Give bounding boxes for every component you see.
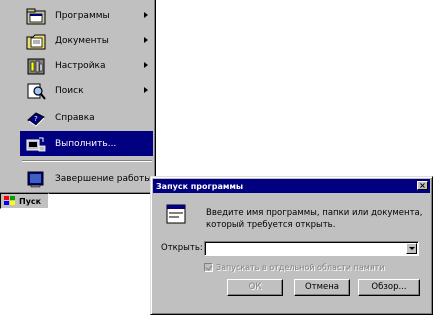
open-combobox[interactable] — [204, 241, 419, 256]
menu-item-shutdown[interactable]: Завершение работы... — [20, 166, 160, 191]
programs-folder-icon — [25, 6, 47, 26]
menu-item-run[interactable]: Выполнить... — [20, 131, 153, 156]
find-icon — [25, 81, 47, 101]
menu-item-label: Настройка — [55, 60, 106, 71]
run-dialog: Запуск программы × Введите имя программы… — [150, 176, 433, 315]
menu-item-label: Программы — [55, 10, 110, 21]
run-icon — [25, 134, 47, 154]
cancel-button[interactable]: Отмена — [294, 279, 350, 296]
start-button[interactable]: Пуск — [0, 193, 49, 209]
menu-item-documents[interactable]: Документы — [20, 28, 153, 53]
submenu-arrow-icon — [144, 12, 148, 18]
dialog-prompt: Введите имя программы, папки или докумен… — [206, 208, 423, 230]
close-button[interactable]: × — [417, 181, 428, 190]
documents-folder-icon — [25, 31, 47, 51]
windows-logo-icon — [4, 196, 16, 206]
svg-text:?: ? — [34, 115, 38, 123]
menu-item-label: Документы — [55, 35, 109, 46]
separate-memory-checkbox — [204, 263, 213, 272]
start-button-label: Пуск — [19, 196, 42, 206]
menu-item-label: Поиск — [55, 85, 84, 96]
start-menu: Программы Документы Настройка Поиск ? Сп… — [0, 0, 160, 194]
menu-item-programs[interactable]: Программы — [20, 3, 153, 28]
menu-item-label: Справка — [55, 112, 95, 123]
submenu-arrow-icon — [144, 62, 148, 68]
dialog-title: Запуск программы — [156, 181, 244, 191]
menu-item-find[interactable]: Поиск — [20, 78, 153, 103]
checkbox-label: Запускать в отдельной области памяти — [216, 263, 385, 272]
browse-button[interactable]: Обзор... — [358, 279, 420, 296]
submenu-arrow-icon — [144, 87, 148, 93]
menu-item-help[interactable]: ? Справка — [20, 105, 153, 130]
ok-button: ОК — [227, 279, 283, 296]
menu-item-settings[interactable]: Настройка — [20, 53, 153, 78]
open-label: Открыть: — [161, 243, 203, 253]
dialog-titlebar[interactable]: Запуск программы × — [153, 179, 430, 193]
menu-separator — [22, 160, 152, 162]
run-program-icon — [165, 203, 187, 225]
separate-memory-option: Запускать в отдельной области памяти — [204, 263, 385, 272]
shutdown-icon — [25, 169, 47, 189]
settings-icon — [25, 56, 47, 76]
menu-item-label: Завершение работы... — [55, 173, 160, 184]
open-input[interactable] — [207, 243, 402, 254]
menu-item-label: Выполнить... — [55, 138, 117, 149]
submenu-arrow-icon — [144, 37, 148, 43]
help-book-icon: ? — [25, 108, 47, 128]
dropdown-arrow-icon[interactable] — [406, 243, 417, 254]
